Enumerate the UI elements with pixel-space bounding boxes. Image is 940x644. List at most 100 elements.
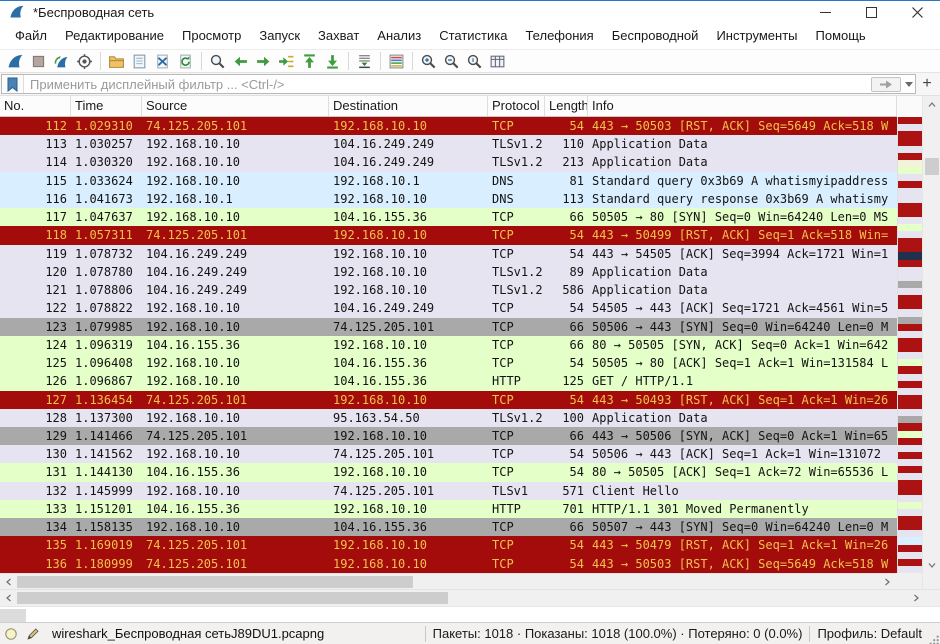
close-button[interactable] <box>894 1 940 23</box>
menu-item-edit[interactable]: Редактирование <box>56 23 173 49</box>
menu-item-tools[interactable]: Инструменты <box>707 23 806 49</box>
reload-file-icon[interactable] <box>174 50 197 72</box>
start-capture-icon[interactable] <box>4 50 27 72</box>
column-header-proto[interactable]: Protocol <box>488 96 545 116</box>
auto-scroll-icon[interactable] <box>353 50 376 72</box>
menu-item-go[interactable]: Запуск <box>250 23 309 49</box>
packet-row[interactable]: 1271.13645474.125.205.101192.168.10.10TC… <box>0 391 897 409</box>
packet-row[interactable]: 1181.05731174.125.205.101192.168.10.10TC… <box>0 226 897 244</box>
cell-info: 443 → 54505 [ACK] Seq=3994 Ack=1721 Win=… <box>588 245 897 263</box>
cell-info: Standard query response 0x3b69 A whatism… <box>588 190 897 208</box>
resize-grip[interactable] <box>926 632 938 644</box>
packet-row[interactable]: 1241.096319104.16.155.36192.168.10.10TCP… <box>0 336 897 354</box>
packet-row[interactable]: 1321.145999192.168.10.1074.125.205.101TL… <box>0 482 897 500</box>
packet-row[interactable]: 1281.137300192.168.10.1095.163.54.50TLSv… <box>0 409 897 427</box>
stop-capture-icon[interactable] <box>27 50 50 72</box>
colorize-icon[interactable] <box>385 50 408 72</box>
column-header-info[interactable]: Info <box>588 96 897 116</box>
column-header-dst[interactable]: Destination <box>329 96 488 116</box>
expert-info-icon[interactable] <box>0 627 22 641</box>
resize-columns-icon[interactable] <box>486 50 509 72</box>
packet-row[interactable]: 1151.033624192.168.10.10192.168.10.1DNS8… <box>0 172 897 190</box>
capture-options-icon[interactable] <box>73 50 96 72</box>
packet-color-minimap[interactable] <box>897 117 922 573</box>
hscroll2-right-arrow[interactable] <box>907 590 924 606</box>
packet-row[interactable]: 1171.047637192.168.10.10104.16.155.36TCP… <box>0 208 897 226</box>
go-top-icon[interactable] <box>298 50 321 72</box>
packet-row[interactable]: 1251.096408192.168.10.10104.16.155.36TCP… <box>0 354 897 372</box>
add-filter-button[interactable]: + <box>916 74 938 94</box>
close-file-icon[interactable] <box>151 50 174 72</box>
vscroll-thumb[interactable] <box>925 158 939 175</box>
packet-row[interactable]: 1191.078732104.16.249.249192.168.10.10TC… <box>0 245 897 263</box>
column-header-len[interactable]: Length <box>545 96 588 116</box>
go-back-icon[interactable] <box>229 50 252 72</box>
cell-no: 126 <box>0 372 71 390</box>
packet-row[interactable]: 1291.14146674.125.205.101192.168.10.10TC… <box>0 427 897 445</box>
minimap-stripe <box>898 195 922 202</box>
hscroll-left-arrow[interactable] <box>0 574 17 590</box>
menu-item-telephony[interactable]: Телефония <box>516 23 602 49</box>
find-packet-icon[interactable] <box>206 50 229 72</box>
packet-row[interactable]: 1131.030257192.168.10.10104.16.249.249TL… <box>0 135 897 153</box>
cell-proto: TCP <box>488 318 545 336</box>
cell-src: 74.125.205.101 <box>142 226 329 244</box>
capture-comment-icon[interactable] <box>22 627 44 641</box>
go-forward-icon[interactable] <box>252 50 275 72</box>
zoom-in-icon[interactable] <box>417 50 440 72</box>
display-filter-input[interactable] <box>24 75 869 93</box>
vscroll-up-arrow[interactable] <box>923 96 940 113</box>
packet-row[interactable]: 1201.078780104.16.249.249192.168.10.10TL… <box>0 263 897 281</box>
zoom-100-icon[interactable] <box>463 50 486 72</box>
packet-row[interactable]: 1261.096867192.168.10.10104.16.155.36HTT… <box>0 372 897 390</box>
hscroll-right-arrow[interactable] <box>878 574 895 590</box>
filter-history-dropdown[interactable] <box>902 75 915 93</box>
cell-no: 112 <box>0 117 71 135</box>
menu-item-view[interactable]: Просмотр <box>173 23 250 49</box>
packet-row[interactable]: 1211.078806104.16.249.249192.168.10.10TL… <box>0 281 897 299</box>
packet-row[interactable]: 1351.16901974.125.205.101192.168.10.10TC… <box>0 536 897 554</box>
go-bottom-icon[interactable] <box>321 50 344 72</box>
cell-proto: TLSv1 <box>488 482 545 500</box>
apply-filter-button[interactable] <box>871 77 901 92</box>
packet-list: No.TimeSourceDestinationProtocolLengthIn… <box>0 96 897 589</box>
menu-item-file[interactable]: Файл <box>6 23 56 49</box>
cell-src: 104.16.155.36 <box>142 336 329 354</box>
restart-capture-icon[interactable] <box>50 50 73 72</box>
cell-time: 1.096408 <box>71 354 142 372</box>
packet-row[interactable]: 1361.18099974.125.205.101192.168.10.10TC… <box>0 555 897 573</box>
packet-row[interactable]: 1341.158135192.168.10.10104.16.155.36TCP… <box>0 518 897 536</box>
cell-no: 118 <box>0 226 71 244</box>
hscroll-thumb[interactable] <box>17 576 413 588</box>
capture-file-name[interactable]: wireshark_Беспроводная сетьJ89DU1.pcapng <box>52 626 324 641</box>
hscroll2-thumb[interactable] <box>17 592 448 604</box>
menu-item-wireless[interactable]: Беспроводной <box>603 23 708 49</box>
packet-row[interactable]: 1301.141562192.168.10.1074.125.205.101TC… <box>0 445 897 463</box>
menu-item-help[interactable]: Помощь <box>807 23 875 49</box>
go-to-packet-icon[interactable] <box>275 50 298 72</box>
packet-row[interactable]: 1141.030320192.168.10.10104.16.249.249TL… <box>0 153 897 171</box>
cell-len: 81 <box>545 172 588 190</box>
packet-row[interactable]: 1331.151201104.16.155.36192.168.10.10HTT… <box>0 500 897 518</box>
profile-label[interactable]: Профиль: Default <box>817 626 922 641</box>
packet-row[interactable]: 1121.02931074.125.205.101192.168.10.10TC… <box>0 117 897 135</box>
packet-row[interactable]: 1161.041673192.168.10.1192.168.10.10DNS1… <box>0 190 897 208</box>
open-file-icon[interactable] <box>105 50 128 72</box>
packet-row[interactable]: 1221.078822192.168.10.10104.16.249.249TC… <box>0 299 897 317</box>
save-file-icon[interactable] <box>128 50 151 72</box>
zoom-out-icon[interactable] <box>440 50 463 72</box>
menu-item-analyze[interactable]: Анализ <box>368 23 430 49</box>
cell-time: 1.137300 <box>71 409 142 427</box>
vscroll-down-arrow[interactable] <box>923 556 940 573</box>
packet-row[interactable]: 1311.144130104.16.155.36192.168.10.10TCP… <box>0 463 897 481</box>
column-header-time[interactable]: Time <box>71 96 142 116</box>
maximize-button[interactable] <box>848 1 894 23</box>
column-header-src[interactable]: Source <box>142 96 329 116</box>
minimize-button[interactable] <box>802 1 848 23</box>
column-header-no[interactable]: No. <box>0 96 71 116</box>
menu-item-capture[interactable]: Захват <box>309 23 368 49</box>
menu-item-statistics[interactable]: Статистика <box>430 23 516 49</box>
hscroll2-left-arrow[interactable] <box>0 590 17 606</box>
packet-row[interactable]: 1231.079985192.168.10.1074.125.205.101TC… <box>0 318 897 336</box>
filter-bookmark-icon[interactable] <box>2 75 24 93</box>
